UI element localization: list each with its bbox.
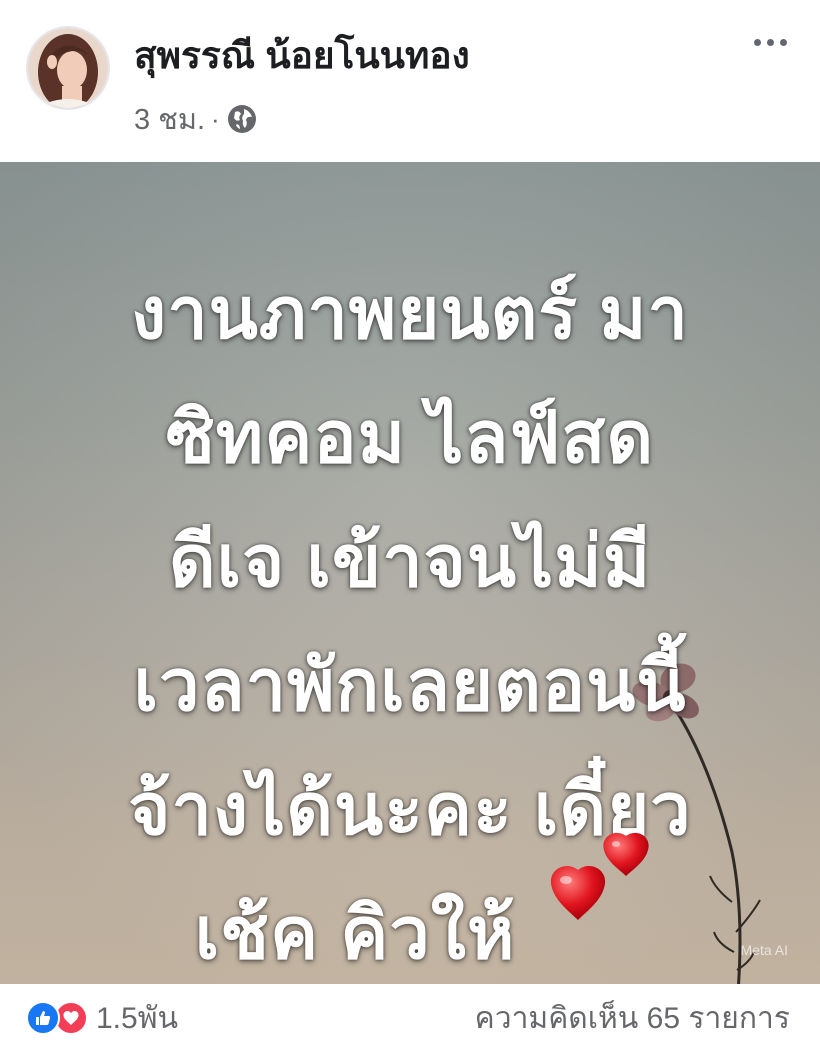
two-hearts-icon	[550, 832, 649, 920]
meta-separator: ·	[211, 103, 220, 134]
caption-line: เช้ค คิวให้	[194, 894, 516, 974]
more-options-icon[interactable]	[746, 26, 794, 58]
post-time[interactable]: 3 ชม.	[134, 96, 205, 142]
caption-line: ดีเจ เข้าจนไม่มี	[168, 522, 652, 602]
like-icon	[26, 1001, 60, 1035]
facebook-post: สุพรรณี น้อยโนนทอง 3 ชม. · งานภาพยนตร์ ม…	[0, 0, 820, 1052]
post-meta: 3 ชม. ·	[134, 96, 258, 142]
comment-count[interactable]: ความคิดเห็น 65 รายการ	[475, 995, 790, 1042]
author-name[interactable]: สุพรรณี น้อยโนนทอง	[134, 26, 470, 85]
caption-line: เวลาพักเลยตอนนี้	[133, 646, 687, 726]
caption-line: จ้างได้นะคะ เดี๋ยว	[128, 770, 692, 850]
avatar[interactable]	[26, 26, 110, 110]
caption-line: ซิทคอม ไลฟ์สด	[165, 398, 655, 478]
post-image[interactable]: งานภาพยนตร์ มา ซิทคอม ไลฟ์สด ดีเจ เข้าจน…	[0, 162, 820, 984]
reactions-summary[interactable]: 1.5พัน	[26, 995, 178, 1042]
image-caption: งานภาพยนตร์ มา ซิทคอม ไลฟ์สด ดีเจ เข้าจน…	[0, 252, 820, 984]
post-header: สุพรรณี น้อยโนนทอง 3 ชม. ·	[0, 0, 820, 162]
post-footer: 1.5พัน ความคิดเห็น 65 รายการ	[0, 984, 820, 1052]
watermark: Meta AI	[740, 942, 788, 958]
caption-line: งานภาพยนตร์ มา	[131, 274, 689, 354]
reaction-count: 1.5พัน	[96, 1001, 178, 1035]
avatar-image	[28, 28, 108, 108]
globe-icon	[226, 103, 258, 135]
